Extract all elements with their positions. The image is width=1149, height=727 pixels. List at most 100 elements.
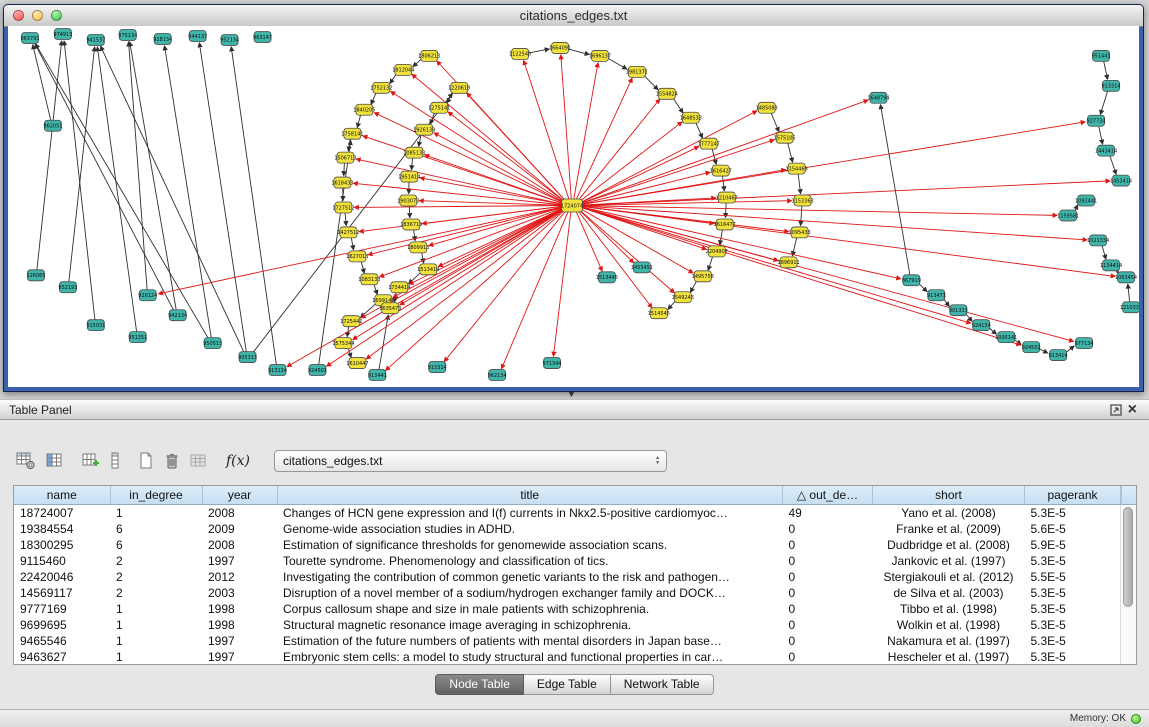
table-row[interactable]: 1456911722003Disruption of a novel membe… <box>14 585 1121 601</box>
cell-name[interactable]: 19384554 <box>14 521 110 537</box>
close-panel-icon[interactable]: × <box>1125 403 1140 416</box>
show-columns-icon[interactable] <box>44 451 66 471</box>
network-canvas[interactable]: 1724074180621318120441752132184020517581… <box>8 26 1139 387</box>
cell-name[interactable]: 9463627 <box>14 649 110 665</box>
cell-pagerank[interactable]: 5.3E-5 <box>1025 633 1121 649</box>
cell-pagerank[interactable]: 5.3E-5 <box>1025 553 1121 569</box>
cell-title[interactable]: Structural magnetic resonance image aver… <box>277 617 783 633</box>
cell-in_degree[interactable]: 2 <box>110 553 202 569</box>
cell-short[interactable]: Jankovic et al. (1997) <box>873 553 1025 569</box>
cell-out_degree[interactable]: 0 <box>783 617 873 633</box>
window-titlebar[interactable]: citations_edges.txt <box>4 5 1143 27</box>
cell-short[interactable]: Dudbridge et al. (2008) <box>873 537 1025 553</box>
cell-title[interactable]: Changes of HCN gene expression and I(f) … <box>277 505 783 522</box>
cell-short[interactable]: Yano et al. (2008) <box>873 505 1025 522</box>
cell-pagerank[interactable]: 5.6E-5 <box>1025 521 1121 537</box>
column-header-pagerank[interactable]: pagerank <box>1025 486 1121 505</box>
close-window-button[interactable] <box>13 10 24 21</box>
cell-title[interactable]: Genome-wide association studies in ADHD. <box>277 521 783 537</box>
table-row[interactable]: 977716911998Corpus callosum shape and si… <box>14 601 1121 617</box>
cell-in_degree[interactable]: 1 <box>110 617 202 633</box>
tab-node-table[interactable]: Node Table <box>435 674 524 695</box>
column-header-out_de[interactable]: △ out_de… <box>783 486 873 505</box>
cell-year[interactable]: 1997 <box>202 553 277 569</box>
cell-year[interactable]: 1998 <box>202 617 277 633</box>
vertical-scrollbar[interactable] <box>1120 505 1136 664</box>
scrollbar-thumb[interactable] <box>1123 507 1133 607</box>
cell-name[interactable]: 9699695 <box>14 617 110 633</box>
minimize-window-button[interactable] <box>32 10 43 21</box>
cell-year[interactable]: 1997 <box>202 633 277 649</box>
new-table-icon[interactable] <box>136 450 156 472</box>
cell-out_degree[interactable]: 0 <box>783 569 873 585</box>
cell-out_degree[interactable]: 0 <box>783 521 873 537</box>
table-row[interactable]: 946362711997Embryonic stem cells: a mode… <box>14 649 1121 665</box>
cell-pagerank[interactable]: 5.3E-5 <box>1025 649 1121 665</box>
cell-year[interactable]: 1997 <box>202 649 277 665</box>
cell-out_degree[interactable]: 0 <box>783 649 873 665</box>
column-header-year[interactable]: year <box>202 486 277 505</box>
tab-edge-table[interactable]: Edge Table <box>524 674 611 695</box>
cell-title[interactable]: Estimation of the future numbers of pati… <box>277 633 783 649</box>
table-row[interactable]: 969969511998Structural magnetic resonanc… <box>14 617 1121 633</box>
cell-in_degree[interactable]: 6 <box>110 521 202 537</box>
cell-short[interactable]: Franke et al. (2009) <box>873 521 1025 537</box>
column-header-title[interactable]: title <box>277 486 783 505</box>
cell-name[interactable]: 18724007 <box>14 505 110 522</box>
cell-short[interactable]: Wolkin et al. (1998) <box>873 617 1025 633</box>
cell-year[interactable]: 2003 <box>202 585 277 601</box>
zoom-window-button[interactable] <box>51 10 62 21</box>
cell-in_degree[interactable]: 1 <box>110 649 202 665</box>
cell-year[interactable]: 2012 <box>202 569 277 585</box>
panel-divider-handle[interactable]: ▼ <box>567 390 576 399</box>
column-header-name[interactable]: name <box>14 486 110 505</box>
cell-pagerank[interactable]: 5.3E-5 <box>1025 585 1121 601</box>
cell-name[interactable]: 9115460 <box>14 553 110 569</box>
table-row[interactable]: 2242004622012Investigating the contribut… <box>14 569 1121 585</box>
cell-short[interactable]: Nakamura et al. (1997) <box>873 633 1025 649</box>
cell-title[interactable]: Corpus callosum shape and size in male p… <box>277 601 783 617</box>
cell-title[interactable]: Tourette syndrome. Phenomenology and cla… <box>277 553 783 569</box>
cell-year[interactable]: 1998 <box>202 601 277 617</box>
table-row[interactable]: 1872400712008Changes of HCN gene express… <box>14 505 1121 522</box>
cell-in_degree[interactable]: 6 <box>110 537 202 553</box>
cell-short[interactable]: Tibbo et al. (1998) <box>873 601 1025 617</box>
cell-pagerank[interactable]: 5.3E-5 <box>1025 505 1121 522</box>
cell-pagerank[interactable]: 5.5E-5 <box>1025 569 1121 585</box>
cell-title[interactable]: Embryonic stem cells: a model to study s… <box>277 649 783 665</box>
function-builder-icon[interactable]: f(x) <box>224 451 252 471</box>
cell-out_degree[interactable]: 0 <box>783 601 873 617</box>
import-table-icon[interactable] <box>188 451 210 471</box>
cell-short[interactable]: Hescheler et al. (1997) <box>873 649 1025 665</box>
cell-name[interactable]: 9777169 <box>14 601 110 617</box>
cell-in_degree[interactable]: 1 <box>110 505 202 522</box>
cell-year[interactable]: 2008 <box>202 537 277 553</box>
cell-in_degree[interactable]: 2 <box>110 569 202 585</box>
cell-name[interactable]: 18300295 <box>14 537 110 553</box>
tab-network-table[interactable]: Network Table <box>611 674 714 695</box>
cell-title[interactable]: Disruption of a novel member of a sodium… <box>277 585 783 601</box>
delete-table-icon[interactable] <box>162 450 182 472</box>
cell-in_degree[interactable]: 2 <box>110 585 202 601</box>
table-row[interactable]: 946554611997Estimation of the future num… <box>14 633 1121 649</box>
cell-pagerank[interactable]: 5.9E-5 <box>1025 537 1121 553</box>
cell-out_degree[interactable]: 0 <box>783 553 873 569</box>
table-row[interactable]: 1938455462009Genome-wide association stu… <box>14 521 1121 537</box>
cell-name[interactable]: 22420046 <box>14 569 110 585</box>
column-header-in_degree[interactable]: in_degree <box>110 486 202 505</box>
column-icon[interactable] <box>108 450 122 472</box>
cell-out_degree[interactable]: 0 <box>783 537 873 553</box>
cell-pagerank[interactable]: 5.3E-5 <box>1025 601 1121 617</box>
table-mode-icon[interactable] <box>14 450 38 472</box>
cell-out_degree[interactable]: 49 <box>783 505 873 522</box>
cell-short[interactable]: Stergiakouli et al. (2012) <box>873 569 1025 585</box>
table-row[interactable]: 911546021997Tourette syndrome. Phenomeno… <box>14 553 1121 569</box>
cell-in_degree[interactable]: 1 <box>110 601 202 617</box>
column-header-short[interactable]: short <box>873 486 1025 505</box>
cell-name[interactable]: 9465546 <box>14 633 110 649</box>
cell-year[interactable]: 2009 <box>202 521 277 537</box>
cell-title[interactable]: Investigating the contribution of common… <box>277 569 783 585</box>
edit-columns-icon[interactable] <box>80 451 102 471</box>
cell-pagerank[interactable]: 5.3E-5 <box>1025 617 1121 633</box>
cell-title[interactable]: Estimation of significance thresholds fo… <box>277 537 783 553</box>
